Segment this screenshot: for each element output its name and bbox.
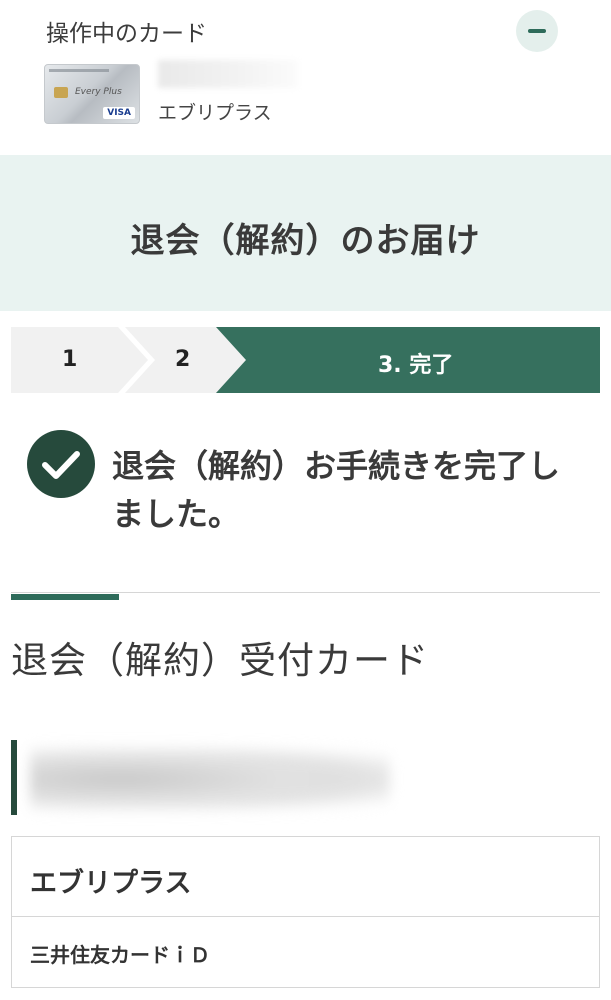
completion-message: 退会（解約）お手続きを完了しました。 xyxy=(112,447,561,533)
card-logo-text: Every Plus xyxy=(75,87,122,97)
minus-icon xyxy=(528,29,546,33)
step-2-label: 2 xyxy=(175,347,191,372)
operating-card-header: 操作中のカード Every Plus VISA エブリプラス xyxy=(0,0,611,155)
card-name: エブリプラス xyxy=(158,102,272,124)
step-1-label: 1 xyxy=(62,347,78,372)
card-chip-icon xyxy=(54,87,68,98)
operating-card-label: 操作中のカード xyxy=(46,21,207,47)
section-divider xyxy=(11,592,600,593)
card-table-type: 三井住友カードｉＤ xyxy=(30,943,210,967)
card-strip xyxy=(49,69,109,72)
card-item-accent-bar xyxy=(11,740,17,815)
card-image: Every Plus VISA xyxy=(44,64,140,124)
step-3-label: 3. 完了 xyxy=(378,353,454,378)
page-title: 退会（解約）のお届け xyxy=(130,221,481,261)
section-title: 退会（解約）受付カード xyxy=(11,639,429,682)
table-row: エブリプラス xyxy=(12,837,599,917)
check-circle-icon xyxy=(27,430,95,498)
step-1-shape xyxy=(11,327,148,393)
card-info-table: エブリプラス 三井住友カードｉＤ xyxy=(11,836,600,988)
section-divider-accent xyxy=(11,594,119,600)
page-title-banner: 退会（解約）のお届け xyxy=(0,155,611,311)
blurred-card-info xyxy=(30,745,390,813)
visa-logo: VISA xyxy=(103,107,135,119)
collapse-button[interactable] xyxy=(516,10,558,52)
step-arrows xyxy=(11,327,600,393)
card-table-name: エブリプラス xyxy=(30,868,192,899)
blurred-card-number xyxy=(158,60,298,88)
table-row: 三井住友カードｉＤ xyxy=(12,917,599,987)
step-indicator: 1 2 3. 完了 xyxy=(11,327,600,393)
